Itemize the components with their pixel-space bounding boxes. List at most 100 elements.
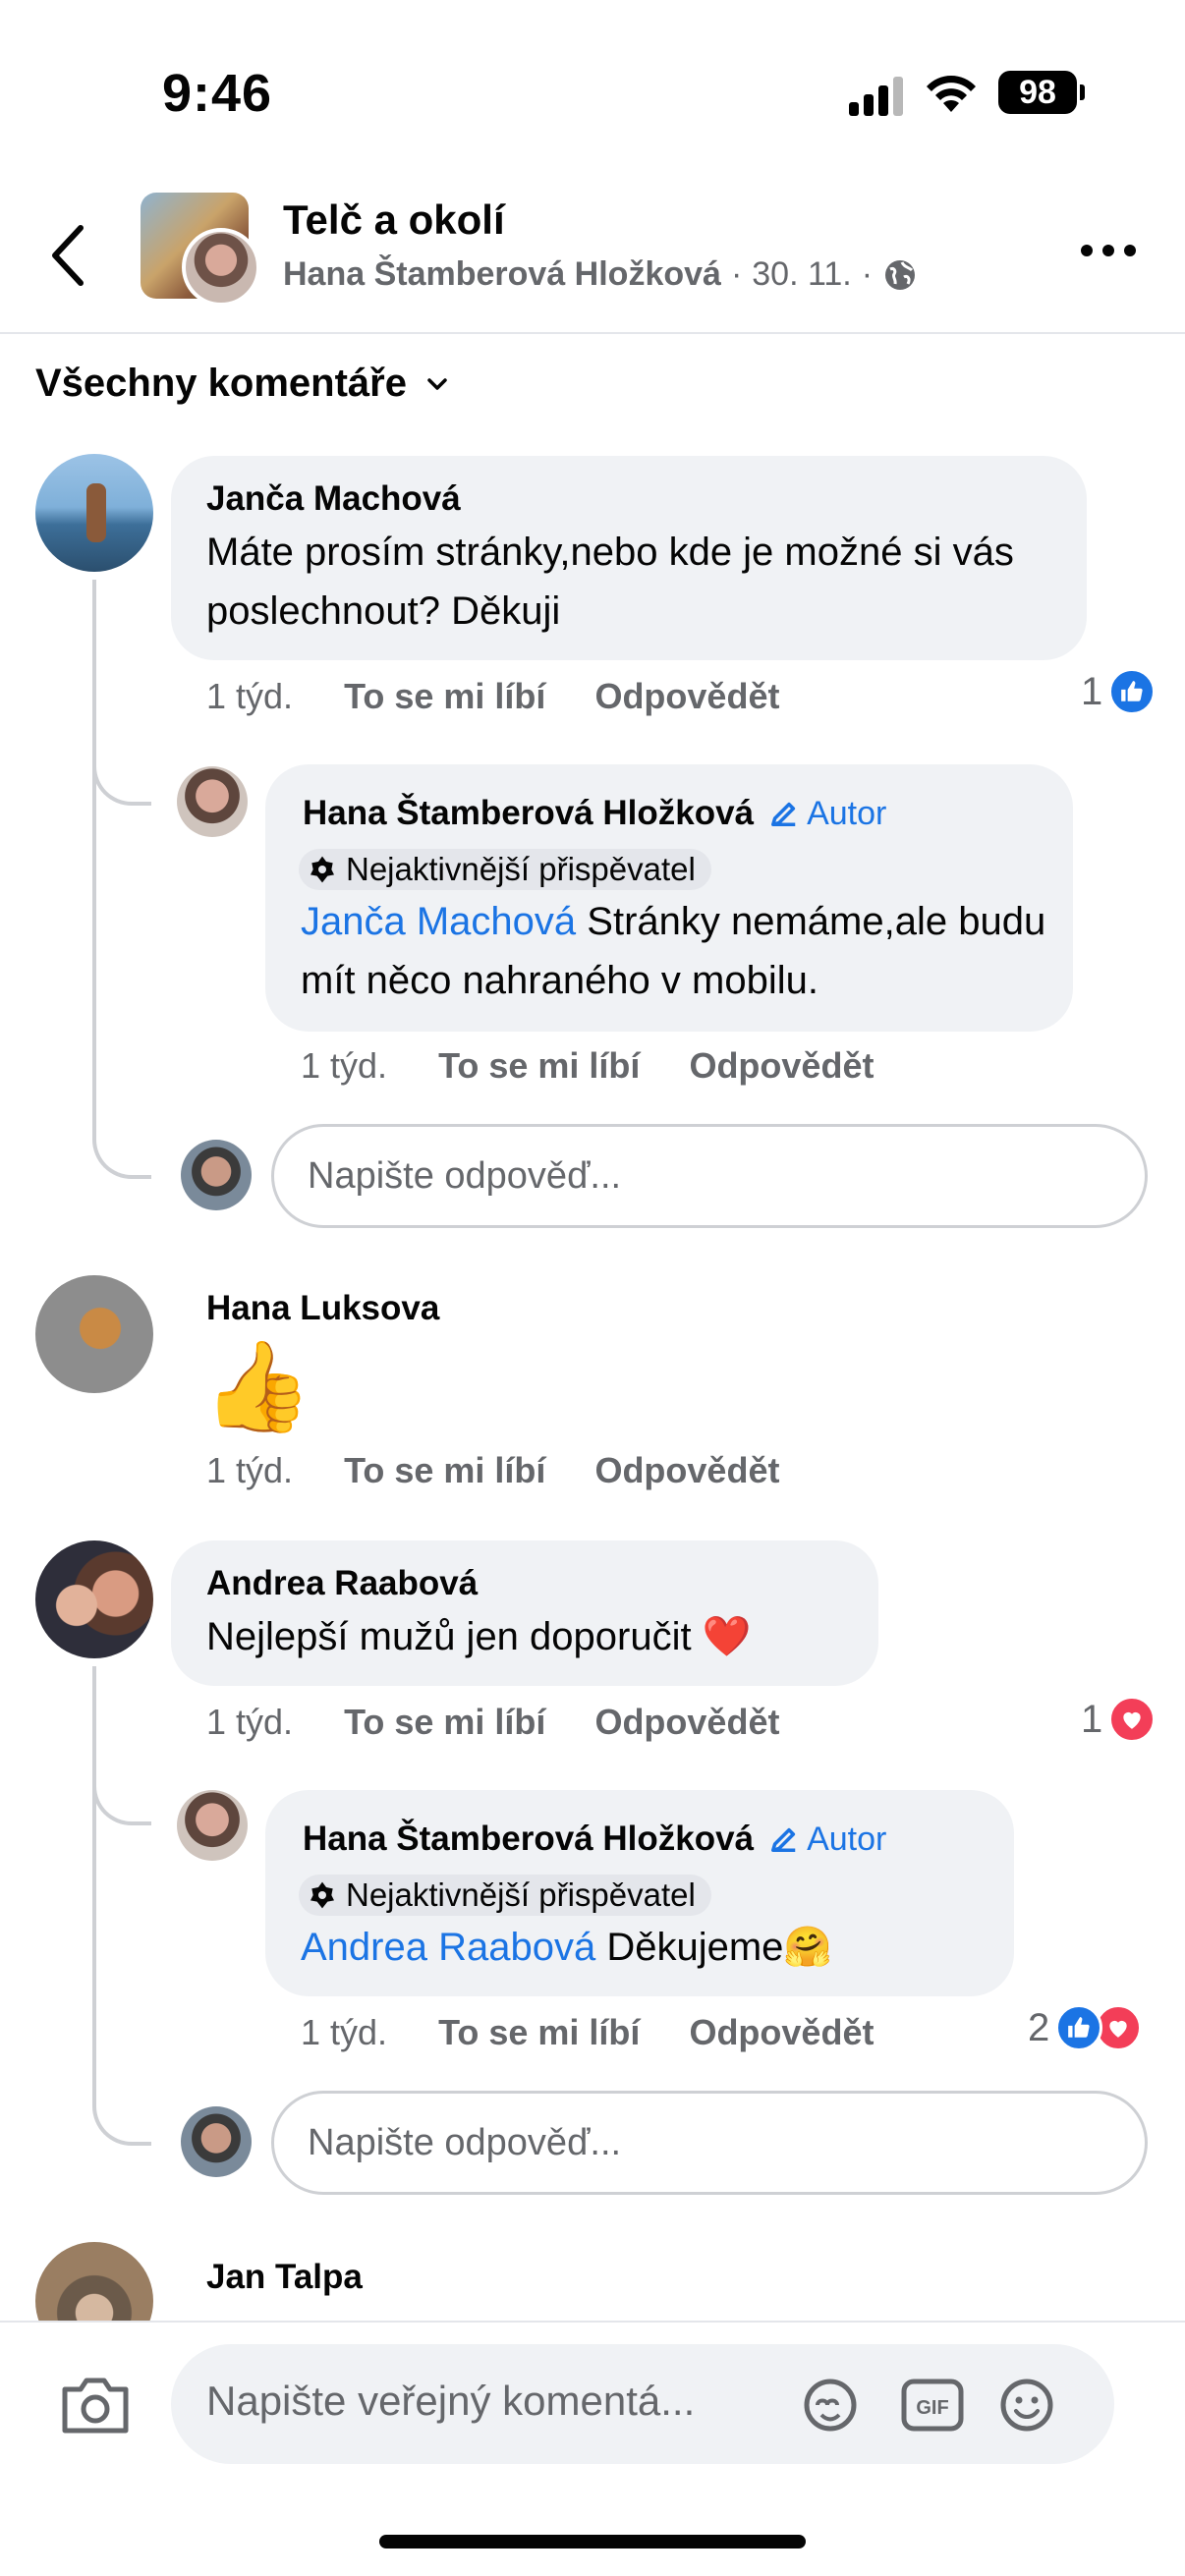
author-badge-label: Autor [807,794,887,832]
love-reaction-icon [1108,1696,1157,1743]
comment-actions: 1 týd. To se mi líbí Odpovědět [206,1702,779,1743]
comment-author[interactable]: Jan Talpa [206,2258,363,2297]
comment-filter-dropdown[interactable]: Všechny komentáře [35,362,448,406]
comment-bubble[interactable]: Andrea Raabová Nejlepší mužů jen doporuč… [171,1540,878,1686]
reply-author[interactable]: Hana Štamberová Hložková [303,1820,754,1859]
avatar[interactable] [177,766,248,837]
comment-author[interactable]: Andrea Raabová [206,1564,478,1603]
post-author[interactable]: Hana Štamberová Hložková [283,255,721,294]
reply-text-block: Andrea Raabová Děkujeme🤗 [301,1918,832,1977]
like-button[interactable]: To se mi líbí [344,1702,545,1743]
comment-time: 1 týd. [206,676,294,716]
emoji-icon[interactable] [992,2376,1061,2435]
comment-input[interactable]: Napište veřejný komentá... GIF [171,2344,1114,2464]
reaction-summary[interactable]: 1 [1081,668,1157,715]
top-contributor-icon [310,1881,334,1909]
group-avatar[interactable] [141,193,260,307]
top-contributor-label: Nejaktivnější přispěvatel [346,851,696,887]
wifi-icon [927,76,976,112]
camera-icon[interactable] [59,2374,132,2436]
comment-author[interactable]: Janča Machová [206,479,461,519]
mention-link[interactable]: Janča Machová [301,900,576,943]
thread-connector [92,776,151,1179]
like-button[interactable]: To se mi líbí [344,1450,545,1491]
post-date[interactable]: 30. 11. [752,255,851,294]
author-badge-label: Autor [807,1820,887,1858]
avatar [181,1140,252,1210]
avatar-sticker-icon[interactable] [796,2376,865,2435]
post-header: Telč a okolí Hana Štamberová Hložková · … [0,177,1185,334]
comment-author[interactable]: Hana Luksova [206,1289,439,1328]
pencil-icon [771,1827,796,1852]
reaction-summary[interactable]: 1 [1081,1696,1157,1743]
avatar[interactable] [35,454,153,572]
reply-button[interactable]: Odpovědět [689,1045,874,1087]
status-time: 9:46 [162,64,273,123]
cellular-signal-icon [849,77,904,116]
comment-input-placeholder: Napište veřejný komentá... [206,2378,696,2424]
like-reaction-icon [1055,2004,1103,2051]
home-indicator[interactable] [379,2535,806,2548]
author-badge: Autor [769,795,886,833]
avatar[interactable] [35,1275,153,1393]
author-badge: Autor [769,1820,886,1859]
heart-emoji: ❤️ [702,1615,752,1658]
pencil-icon [771,802,796,826]
thumbs-up-emoji: 👍 [202,1338,313,1436]
hugging-face-emoji: 🤗 [783,1926,833,1969]
comment-actions: 1 týd. To se mi líbí Odpovědět [206,1450,779,1491]
top-contributor-badge: Nejaktivnější přispěvatel [299,1875,711,1916]
reply-actions: 1 týd. To se mi líbí Odpovědět [301,2012,874,2053]
back-arrow-icon[interactable] [43,216,102,295]
comment-text: Máte prosím stránky,nebo kde je možné si… [206,531,1014,633]
top-contributor-badge: Nejaktivnější přispěvatel [299,849,711,890]
reaction-count: 1 [1081,669,1103,713]
author-avatar [182,228,260,307]
reply-input[interactable]: Napište odpověď... [271,2091,1148,2195]
reaction-count: 2 [1028,2005,1050,2049]
like-button[interactable]: To se mi líbí [344,676,545,717]
reply-text: Děkujeme [595,1926,784,1969]
thread-connector [92,1768,151,2146]
reply-input[interactable]: Napište odpověď... [271,1124,1148,1228]
comment-text: Nejlepší mužů jen doporučit [206,1615,692,1658]
byline-separator: · [730,255,743,293]
reply-author[interactable]: Hana Štamberová Hložková [303,794,754,833]
reply-actions: 1 týd. To se mi líbí Odpovědět [301,1045,874,1087]
reaction-summary[interactable]: 2 [1028,2004,1143,2051]
gif-icon[interactable]: GIF [898,2376,967,2435]
comment-time: 1 týd. [206,1702,294,1742]
mention-link[interactable]: Andrea Raabová [301,1926,595,1969]
status-bar: 9:46 98 [0,0,1185,167]
reply-time: 1 týd. [301,2012,388,2052]
svg-text:GIF: GIF [916,2397,948,2419]
avatar [181,2106,252,2177]
top-contributor-label: Nejaktivnější přispěvatel [346,1876,696,1913]
reply-button[interactable]: Odpovědět [594,1702,779,1743]
reply-button[interactable]: Odpovědět [689,2012,874,2053]
byline-separator: · [861,255,874,293]
reply-bubble[interactable]: Hana Štamberová Hložková Autor Nejaktivn… [265,764,1073,1032]
reply-button[interactable]: Odpovědět [594,676,779,717]
chevron-down-icon [427,377,447,390]
reply-bubble[interactable]: Hana Štamberová Hložková Autor Nejaktivn… [265,1790,1014,1996]
comment-time: 1 týd. [206,1450,294,1490]
top-contributor-icon [310,856,334,883]
like-button[interactable]: To se mi líbí [438,2012,640,2053]
like-button[interactable]: To se mi líbí [438,1045,640,1087]
reaction-count: 1 [1081,1697,1103,1741]
avatar[interactable] [177,1790,248,1861]
reply-time: 1 týd. [301,1045,388,1086]
group-name[interactable]: Telč a okolí [283,196,505,244]
avatar[interactable] [35,1540,153,1658]
comment-actions: 1 týd. To se mi líbí Odpovědět [206,676,779,717]
post-byline: Hana Štamberová Hložková · 30. 11. · [283,255,918,294]
comment-text-block: Nejlepší mužů jen doporučit ❤️ [206,1607,752,1666]
more-options-button[interactable] [1081,236,1144,265]
comment-bubble[interactable]: Janča Machová Máte prosím stránky,nebo k… [171,456,1087,660]
globe-icon [885,259,916,290]
comment-filter-label: Všechny komentáře [35,362,407,405]
like-reaction-icon [1108,668,1157,715]
reply-button[interactable]: Odpovědět [594,1450,779,1491]
battery-indicator: 98 [998,71,1085,114]
